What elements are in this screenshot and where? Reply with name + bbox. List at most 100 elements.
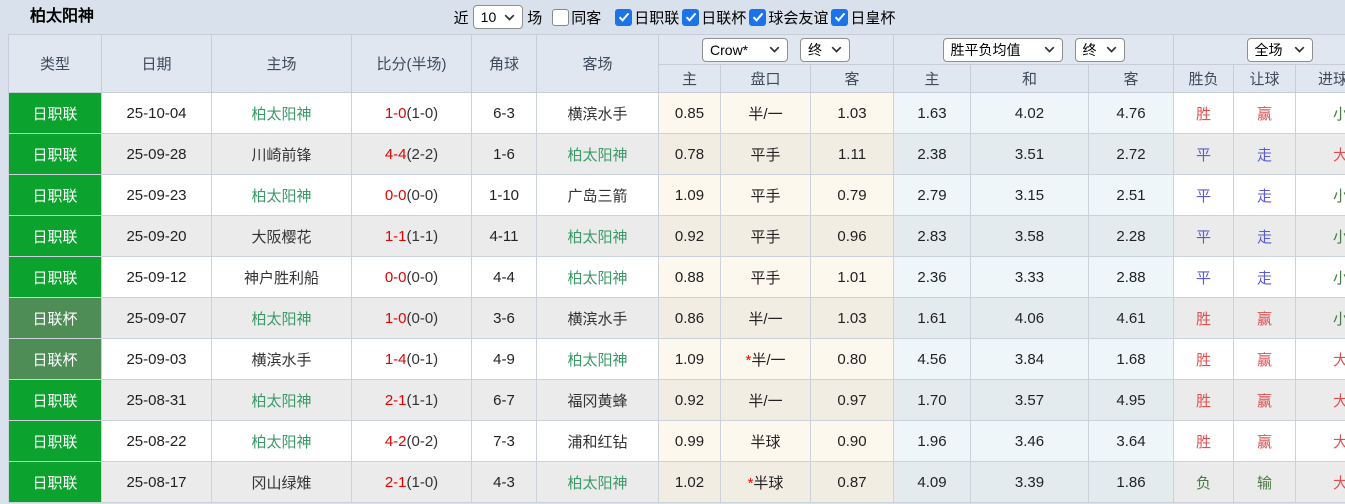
euro-draw-odds: 3.15	[970, 174, 1090, 216]
final-score: 4-4	[384, 145, 407, 163]
asia-home-odds: 0.92	[658, 379, 721, 421]
checkmark-icon	[618, 12, 630, 22]
team-title: 柏太阳神	[30, 8, 95, 25]
away-team-cell: 柏太阳神	[536, 338, 659, 380]
home-team: 大阪樱花	[251, 228, 312, 246]
chevron-down-icon	[1106, 46, 1116, 53]
filter-checkbox-item[interactable]: 日职联	[615, 7, 679, 28]
date-cell: 25-09-23	[101, 174, 212, 216]
goals-result: 小	[1295, 174, 1345, 216]
half-score: (0-1)	[406, 350, 439, 368]
score-cell: 2-1(1-1)	[351, 379, 472, 421]
column-header-handicap-result: 让球	[1233, 64, 1297, 93]
away-team: 福冈黄蜂	[567, 392, 628, 410]
scope-select-value: 全场	[1254, 41, 1283, 58]
euro-home-odds: 2.83	[893, 215, 972, 257]
wdl-result: 平	[1173, 133, 1235, 175]
final-score: 0-0	[384, 186, 407, 204]
handicap-result: 赢	[1233, 379, 1297, 421]
away-team-cell: 柏太阳神	[536, 215, 659, 257]
wdl-result: 负	[1173, 461, 1235, 503]
column-header-left-1: 日期	[101, 34, 212, 93]
euro-home-odds: 2.38	[893, 133, 972, 175]
scope-select[interactable]: 全场	[1246, 37, 1313, 62]
final-score: 1-0	[384, 309, 407, 327]
filter-checkbox-label: 同客	[571, 9, 602, 27]
euro-away-odds: 2.88	[1088, 256, 1175, 298]
type-cell: 日职联	[8, 420, 102, 462]
away-team-cell: 福冈黄蜂	[536, 379, 659, 421]
corners-cell: 6-7	[471, 379, 537, 421]
filter-checkbox-label: 球会友谊	[768, 9, 829, 27]
match-row: 日联杯 25-09-03 横滨水手 1-4(0-1) 4-9 柏太阳神 1.09 *半/一 0.…	[8, 338, 1345, 380]
final-score: 2-1	[384, 391, 407, 409]
corners-cell: 3-6	[471, 297, 537, 339]
euro-draw-odds: 3.84	[970, 338, 1090, 380]
type-cell: 日职联	[8, 133, 102, 175]
home-team: 川崎前锋	[251, 146, 312, 164]
type-cell: 日联杯	[8, 338, 102, 380]
handicap-cell: 平手	[720, 215, 811, 257]
half-score: (0-0)	[406, 186, 439, 204]
checkmark-icon	[752, 12, 764, 22]
filter-controls: 近 10 场 同客 日职联 日联杯 球会友谊 日皇杯	[0, 0, 1345, 34]
filter-checkbox-label: 日联杯	[701, 9, 747, 27]
chevron-down-icon	[1294, 46, 1304, 53]
changed-odds-star: *	[745, 351, 752, 369]
checkbox-checked-icon[interactable]	[615, 8, 633, 26]
match-row: 日职联 25-09-28 川崎前锋 4-4(2-2) 1-6 柏太阳神 0.78 平手 1.11…	[8, 133, 1345, 175]
goals-result: 小	[1295, 92, 1345, 134]
filter-checkbox-item[interactable]: 日皇杯	[831, 7, 895, 28]
score-cell: 4-4(2-2)	[351, 133, 472, 175]
half-score: (1-1)	[406, 227, 439, 245]
column-header-euro-draw: 和	[970, 64, 1090, 93]
asia-away-odds: 0.87	[809, 461, 895, 503]
corners-cell: 1-6	[471, 133, 537, 175]
match-row: 日职联 25-08-17 冈山绿雉 2-1(1-0) 4-3 柏太阳神 1.02 *半球 0.8…	[8, 461, 1345, 503]
euro-home-odds: 1.61	[893, 297, 972, 339]
goals-result: 小	[1295, 256, 1345, 298]
europe-average-select[interactable]: 胜平负均值	[942, 37, 1063, 62]
topbar: 柏太阳神 近 10 场 同客 日职联 日联杯 球会友谊 日皇杯	[0, 0, 1345, 34]
checkbox-unchecked-icon[interactable]	[552, 8, 570, 26]
corners-cell: 6-3	[471, 92, 537, 134]
score-cell: 0-0(0-0)	[351, 256, 472, 298]
euro-away-odds: 4.95	[1088, 379, 1175, 421]
final-score: 1-0	[384, 104, 407, 122]
checkbox-checked-icon[interactable]	[749, 8, 767, 26]
asia-time-select[interactable]: 终	[800, 37, 851, 62]
score-cell: 4-2(0-2)	[351, 420, 472, 462]
handicap-cell: 平手	[720, 133, 811, 175]
header-group-cell: 胜平负均值 终	[893, 34, 1175, 65]
match-row: 日职联 25-08-31 柏太阳神 2-1(1-1) 6-7 福冈黄蜂 0.92 半/一 0.9…	[8, 379, 1345, 421]
europe-time-select[interactable]: 终	[1074, 37, 1125, 62]
filter-checkbox-item[interactable]: 日联杯	[682, 7, 746, 28]
checkbox-checked-icon[interactable]	[831, 8, 849, 26]
handicap-cell: 半/一	[720, 92, 811, 134]
euro-away-odds: 1.68	[1088, 338, 1175, 380]
corners-cell: 4-4	[471, 256, 537, 298]
checkbox-checked-icon[interactable]	[682, 8, 700, 26]
handicap-cell: *半/一	[720, 338, 811, 380]
away-team-cell: 广岛三箭	[536, 174, 659, 216]
euro-away-odds: 3.64	[1088, 420, 1175, 462]
home-team-cell: 川崎前锋	[211, 133, 352, 175]
euro-home-odds: 1.63	[893, 92, 972, 134]
final-score: 0-0	[384, 268, 407, 286]
euro-away-odds: 2.28	[1088, 215, 1175, 257]
bookmaker-select[interactable]: Crow*	[702, 37, 789, 62]
home-team-cell: 大阪樱花	[211, 215, 352, 257]
handicap-cell: 平手	[720, 256, 811, 298]
wdl-result: 胜	[1173, 297, 1235, 339]
away-team: 广岛三箭	[567, 187, 628, 205]
away-team: 柏太阳神	[567, 269, 628, 287]
corners-cell: 7-3	[471, 420, 537, 462]
euro-home-odds: 4.56	[893, 338, 972, 380]
handicap-result: 走	[1233, 215, 1297, 257]
asia-home-odds: 0.92	[658, 215, 721, 257]
filter-checkbox-item[interactable]: 球会友谊	[749, 7, 828, 28]
filter-checkbox-item[interactable]: 同客	[552, 7, 601, 28]
recent-count-select[interactable]: 10	[472, 5, 524, 29]
euro-home-odds: 2.36	[893, 256, 972, 298]
column-header-left-2: 主场	[211, 34, 352, 93]
